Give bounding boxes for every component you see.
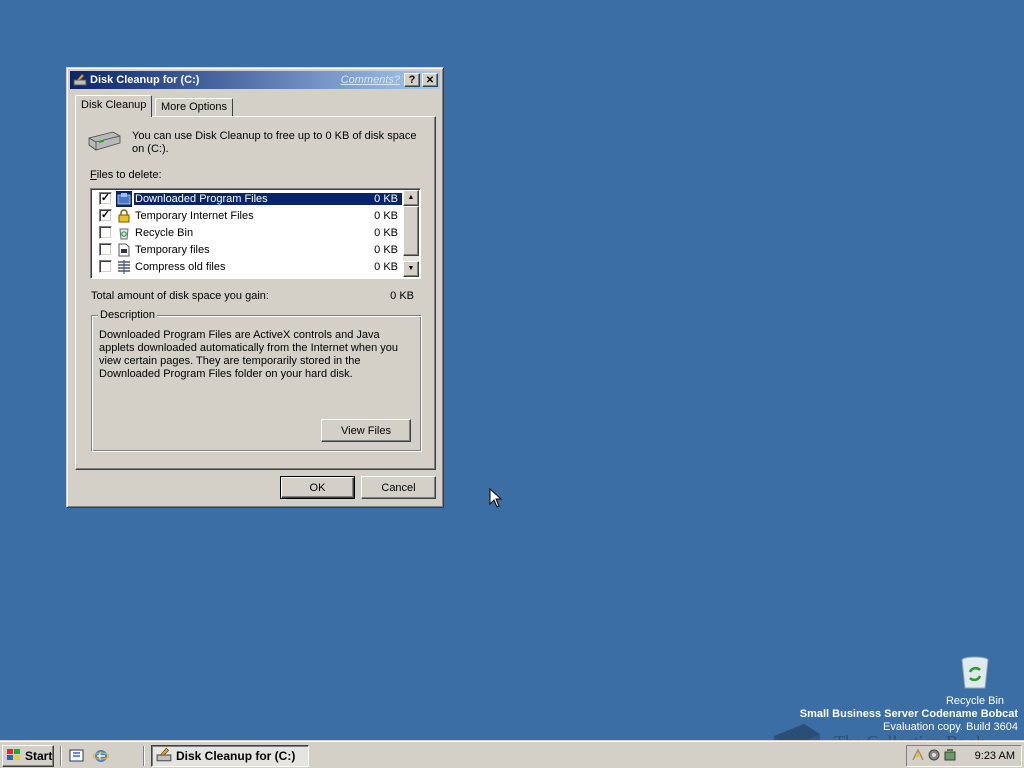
- file-name: Temporary files: [135, 243, 210, 256]
- downloaded-programs-icon: [116, 190, 132, 207]
- start-button[interactable]: Start: [2, 745, 54, 767]
- checkbox-recycle-bin[interactable]: [99, 226, 112, 239]
- description-group-label: Description: [98, 309, 158, 321]
- scroll-up-arrow-icon: ▲: [407, 194, 415, 201]
- help-button[interactable]: ?: [404, 73, 420, 87]
- tab-more-options[interactable]: More Options: [155, 98, 234, 117]
- total-space-value: 0 KB: [390, 290, 414, 302]
- file-size: 0 KB: [374, 209, 398, 222]
- tray-clock[interactable]: 9:23 AM: [975, 750, 1015, 762]
- window-title: Disk Cleanup for (C:): [90, 74, 200, 86]
- desktop-recycle-bin[interactable]: Recycle Bin: [942, 655, 1008, 707]
- title-bar[interactable]: Disk Cleanup for (C:) Comments? ? ✕: [70, 71, 440, 89]
- lock-icon: [116, 208, 132, 224]
- watermark-line1: Small Business Server Codename Bobcat: [799, 708, 1018, 720]
- file-name: Compress old files: [135, 260, 226, 273]
- start-label: Start: [25, 749, 53, 763]
- files-label-accel: F: [90, 169, 97, 181]
- list-item-temporary-files[interactable]: Temporary files 0 KB: [93, 241, 402, 258]
- tab-disk-cleanup[interactable]: Disk Cleanup: [75, 95, 153, 117]
- tray-gear-icon[interactable]: [927, 748, 941, 765]
- taskbar: Start Disk Cleanup for (C:) 9:23 AM: [0, 740, 1024, 768]
- quicklaunch-ie-icon[interactable]: [92, 747, 110, 765]
- list-item-temporary-internet-files[interactable]: ✓ Temporary Internet Files 0 KB: [93, 207, 402, 224]
- taskbar-separator: [60, 746, 62, 766]
- tray-tool-icon[interactable]: [943, 748, 957, 765]
- file-size: 0 KB: [374, 243, 398, 256]
- checkbox-temporary-files[interactable]: [99, 243, 112, 256]
- recycle-bin-label: Recycle Bin: [945, 695, 1005, 707]
- temp-files-icon: [116, 242, 132, 258]
- file-name: Temporary Internet Files: [135, 209, 254, 222]
- tray-network-icon[interactable]: [911, 747, 925, 765]
- close-button[interactable]: ✕: [422, 73, 438, 87]
- system-tray: 9:23 AM: [906, 745, 1022, 767]
- list-item-downloaded-program-files[interactable]: ✓ Downloaded Program Files 0 KB: [93, 190, 402, 207]
- scroll-up-button[interactable]: ▲: [403, 190, 419, 206]
- quicklaunch-desktop-icon[interactable]: [68, 747, 86, 765]
- list-item-compress-old-files[interactable]: Compress old files 0 KB: [93, 258, 402, 275]
- checkbox-downloaded-program-files[interactable]: ✓: [99, 192, 112, 205]
- list-item-recycle-bin[interactable]: Recycle Bin 0 KB: [93, 224, 402, 241]
- taskbar-item-label: Disk Cleanup for (C:): [176, 749, 296, 763]
- file-size: 0 KB: [352, 192, 402, 205]
- file-name: Downloaded Program Files: [134, 192, 352, 205]
- list-scrollbar[interactable]: ▲ ▼: [403, 190, 419, 277]
- disk-cleanup-app-icon: [72, 72, 88, 88]
- file-size: 0 KB: [374, 226, 398, 239]
- ok-button[interactable]: OK: [280, 476, 355, 499]
- compress-icon: [116, 259, 132, 275]
- checkbox-temporary-internet-files[interactable]: ✓: [99, 209, 112, 222]
- disk-cleanup-window: Disk Cleanup for (C:) Comments? ? ✕ Disk…: [66, 67, 444, 508]
- files-label-rest: iles to delete:: [96, 169, 162, 181]
- hard-drive-icon: [87, 130, 121, 155]
- file-size: 0 KB: [374, 260, 398, 273]
- comments-link[interactable]: Comments?: [341, 74, 400, 86]
- files-list[interactable]: ✓ Downloaded Program Files 0 KB ✓ Tempor…: [90, 188, 421, 279]
- scroll-thumb[interactable]: [403, 206, 419, 256]
- cancel-button[interactable]: Cancel: [361, 476, 436, 499]
- recycle-bin-icon: [959, 655, 991, 691]
- total-space-label: Total amount of disk space you gain:: [91, 290, 269, 302]
- windows-logo-icon: [6, 748, 22, 765]
- file-name: Recycle Bin: [135, 226, 194, 239]
- taskbar-item-disk-cleanup[interactable]: Disk Cleanup for (C:): [151, 745, 309, 767]
- checkbox-compress-old-files[interactable]: [99, 260, 112, 273]
- scroll-down-button[interactable]: ▼: [403, 261, 419, 277]
- scroll-down-arrow-icon: ▼: [407, 265, 415, 272]
- view-files-button[interactable]: View Files: [321, 419, 411, 442]
- description-text: Downloaded Program Files are ActiveX con…: [99, 329, 399, 380]
- taskbar-separator: [143, 746, 145, 766]
- files-to-delete-label: Files to delete:: [90, 169, 162, 181]
- intro-text: You can use Disk Cleanup to free up to 0…: [132, 130, 417, 155]
- recycle-bin-icon: [116, 225, 132, 241]
- mouse-cursor-icon: [489, 487, 503, 512]
- close-icon: ✕: [425, 74, 435, 86]
- disk-cleanup-task-icon: [156, 747, 172, 766]
